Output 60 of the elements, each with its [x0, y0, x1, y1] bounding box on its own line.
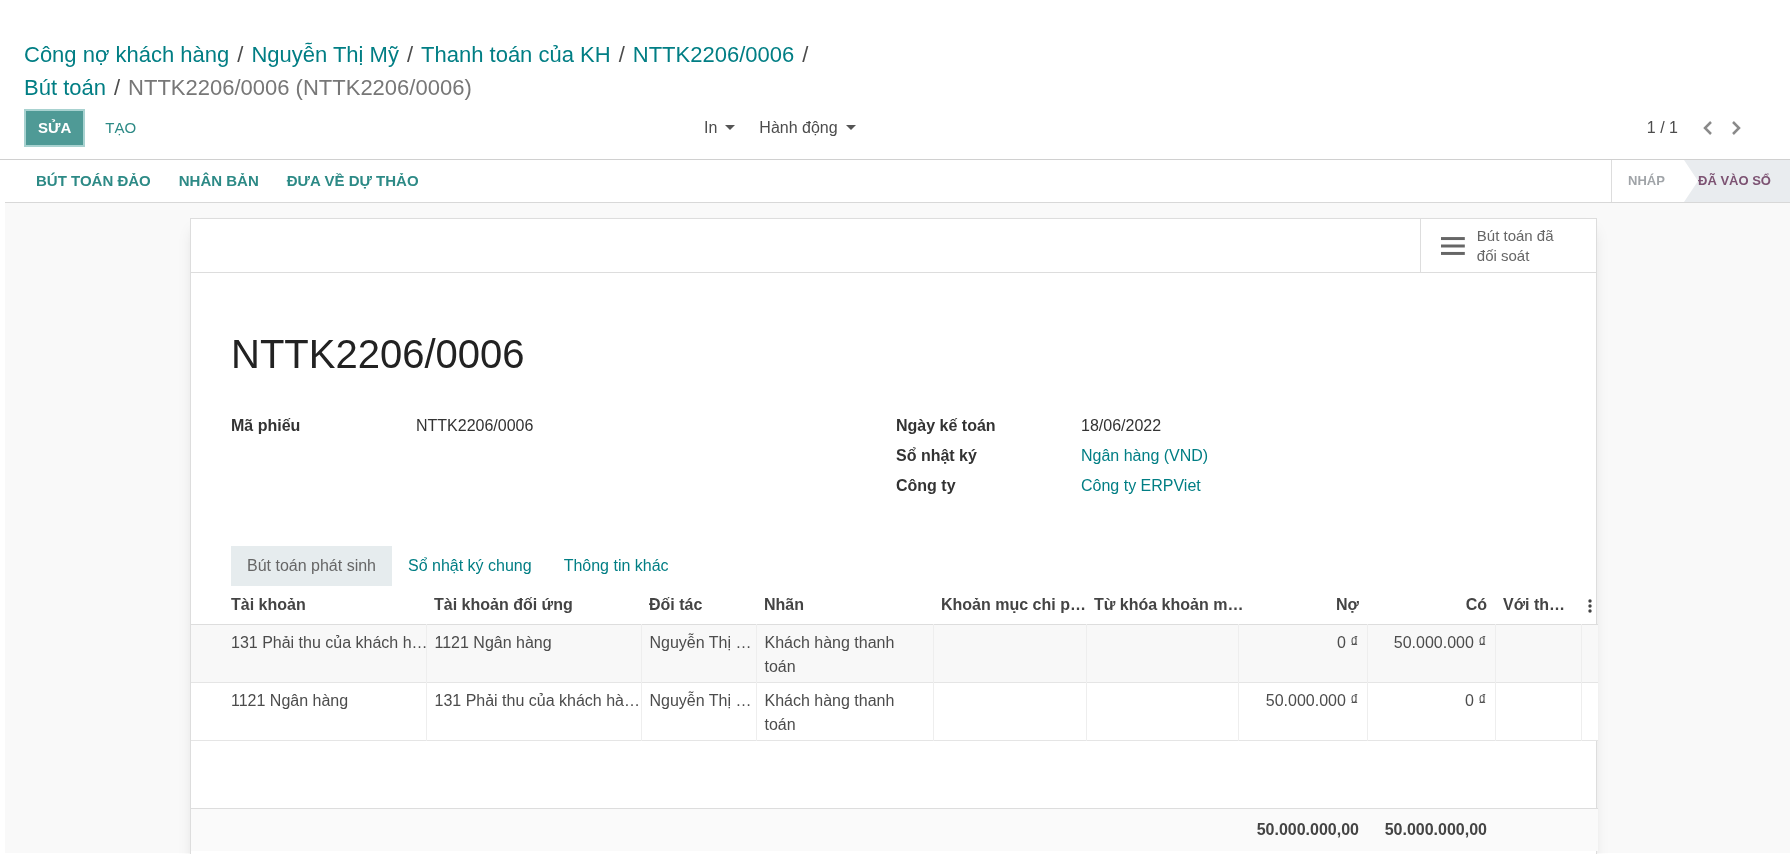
- column-header[interactable]: Đối tác: [641, 586, 756, 624]
- next-icon[interactable]: [1730, 120, 1742, 136]
- table-cell: 1121 Ngân hàng: [231, 691, 349, 709]
- field-value: 18/06/2022: [1081, 416, 1162, 436]
- breadcrumb-link[interactable]: Thanh toán của KH: [421, 38, 611, 71]
- form-tab[interactable]: Thông tin khác: [547, 546, 685, 586]
- table-cell: 50.000.000 ₫: [1265, 691, 1359, 709]
- breadcrumb-separator: /: [237, 41, 244, 69]
- field-value: NTTK2206/0006: [416, 416, 534, 436]
- breadcrumb-separator: /: [406, 41, 414, 69]
- breadcrumb-separator: /: [802, 41, 809, 69]
- field-label: Công ty: [896, 476, 957, 496]
- breadcrumb-link[interactable]: Công nợ khách hàng: [24, 38, 230, 71]
- table-cell: Khách hàng thanh toán: [764, 691, 895, 733]
- field-label: Ngày kế toán: [896, 416, 997, 436]
- column-header[interactable]: Nhãn: [756, 586, 933, 624]
- column-header[interactable]: Khoản mục chi p…: [933, 586, 1086, 624]
- table-cell: 131 Phải thu của khách hà…: [434, 691, 640, 709]
- action-button[interactable]: BÚT TOÁN ĐẢO: [36, 169, 151, 193]
- table-cell: 0 ₫: [1464, 691, 1487, 709]
- breadcrumb-separator: /: [618, 41, 625, 69]
- action-button[interactable]: NHÂN BẢN: [178, 169, 259, 193]
- caret-icon: [725, 125, 736, 131]
- field-label: Mã phiếu: [231, 416, 302, 436]
- dropdown-button[interactable]: Hành động: [759, 116, 856, 140]
- field-label: Sổ nhật ký: [896, 446, 978, 466]
- dropdown-button[interactable]: In: [704, 116, 736, 140]
- caret-icon: [845, 125, 856, 131]
- action-button[interactable]: ĐƯA VỀ DỰ THẢO: [286, 169, 419, 193]
- breadcrumb-current: NTTK2206/0006 (NTTK2206/0006): [128, 74, 472, 102]
- table-cell: Nguyễn Thị …: [649, 691, 752, 709]
- table-cell: 0 ₫: [1336, 633, 1359, 651]
- column-header[interactable]: Với th…: [1495, 586, 1581, 624]
- breadcrumb-link[interactable]: NTTK2206/0006: [632, 38, 795, 71]
- table-cell: 1121 Ngân hàng: [434, 633, 552, 651]
- previous-icon[interactable]: [1702, 120, 1714, 136]
- column-header[interactable]: Tài khoản: [191, 586, 426, 624]
- column-header[interactable]: Có: [1367, 586, 1495, 624]
- table-cell: Nguyễn Thị …: [649, 633, 752, 651]
- edit-button[interactable]: SỬA: [24, 109, 86, 147]
- form-tab[interactable]: Sổ nhật ký chung: [392, 546, 548, 586]
- status-step[interactable]: ĐÃ VÀO SỔ: [1684, 160, 1790, 202]
- field-link[interactable]: Ngân hàng (VND): [1081, 444, 1209, 468]
- total-value: 50.000.000,00: [1384, 820, 1487, 838]
- more-options-icon[interactable]: [1587, 598, 1592, 613]
- pager-counter: 1 / 1: [1646, 118, 1678, 138]
- record-title: NTTK2206/0006: [231, 331, 526, 378]
- table-cell: Khách hàng thanh toán: [764, 633, 895, 675]
- table-cell: 50.000.000 ₫: [1393, 633, 1487, 651]
- column-header[interactable]: Tài khoản đối ứng: [426, 586, 641, 624]
- field-link[interactable]: Công ty ERPViet: [1081, 474, 1201, 498]
- breadcrumb-separator: /: [113, 74, 121, 102]
- form-tab[interactable]: Bút toán phát sinh: [231, 546, 392, 586]
- menu-lines-icon: [1441, 235, 1465, 256]
- create-button[interactable]: TẠO: [93, 109, 149, 147]
- reconciled-entries-button[interactable]: Bút toán đã đối soát: [1420, 219, 1596, 272]
- breadcrumb-link[interactable]: Bút toán: [24, 71, 106, 104]
- total-value: 50.000.000,00: [1256, 820, 1359, 838]
- table-cell: 131 Phải thu của khách h…: [231, 633, 428, 651]
- breadcrumb-link[interactable]: Nguyễn Thị Mỹ: [251, 38, 399, 71]
